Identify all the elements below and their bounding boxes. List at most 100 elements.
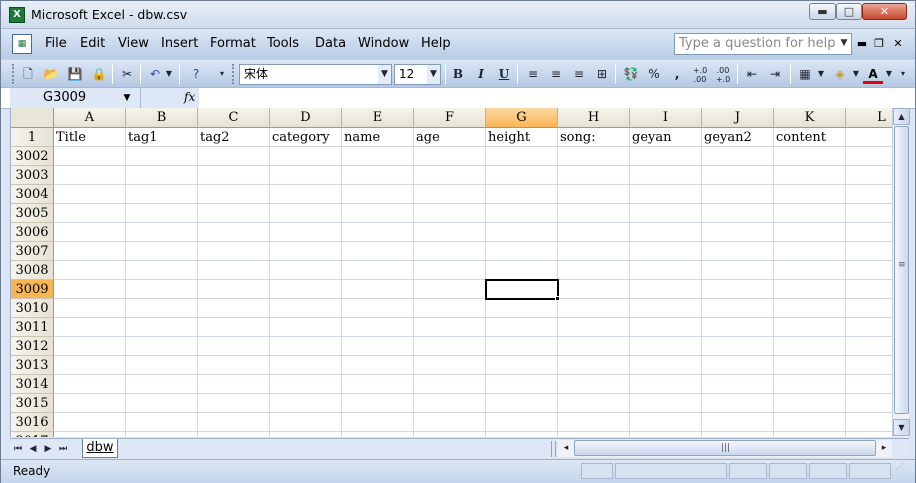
font-color-dropdown-icon[interactable]: ▼ (883, 64, 895, 84)
cell[interactable] (846, 394, 892, 413)
menu-data[interactable]: Data (315, 36, 346, 51)
cell[interactable] (54, 299, 126, 318)
cell[interactable] (702, 261, 774, 280)
tab-split-handle[interactable] (551, 441, 556, 457)
save-icon[interactable]: 💾 (65, 64, 85, 84)
cell[interactable] (342, 356, 414, 375)
cell[interactable] (774, 166, 846, 185)
cell[interactable] (198, 394, 270, 413)
cell[interactable] (558, 223, 630, 242)
cell[interactable] (270, 356, 342, 375)
cell[interactable] (54, 261, 126, 280)
cell[interactable] (198, 375, 270, 394)
prev-sheet-icon[interactable]: ◀ (27, 441, 39, 457)
cell[interactable] (486, 318, 558, 337)
cell[interactable] (198, 223, 270, 242)
cell[interactable] (198, 299, 270, 318)
cell[interactable] (702, 318, 774, 337)
cell[interactable] (486, 147, 558, 166)
cell[interactable] (270, 432, 342, 437)
select-all-corner[interactable] (11, 108, 54, 128)
cell[interactable] (126, 204, 198, 223)
chevron-down-icon[interactable]: ▼ (120, 88, 134, 108)
cell[interactable] (126, 166, 198, 185)
row-header[interactable]: 3014 (11, 375, 54, 394)
sheet-tab-dbw[interactable]: dbw (82, 439, 118, 458)
cell[interactable] (846, 242, 892, 261)
decrease-decimal-button[interactable]: .00 +.0 (713, 64, 733, 84)
cell[interactable] (414, 394, 486, 413)
cell[interactable] (414, 337, 486, 356)
horizontal-scroll-thumb[interactable]: ||| (574, 440, 876, 456)
borders-dropdown-icon[interactable]: ▼ (815, 64, 827, 84)
cell[interactable] (630, 185, 702, 204)
fill-color-icon[interactable]: ◈ (830, 64, 850, 84)
excel-icon[interactable]: X (9, 7, 25, 23)
cell[interactable] (702, 413, 774, 432)
cell[interactable] (54, 318, 126, 337)
workbook-icon[interactable]: ▦ (12, 34, 32, 54)
cell[interactable] (126, 318, 198, 337)
row-header[interactable]: 3009 (11, 280, 54, 299)
cell[interactable] (270, 299, 342, 318)
row-header[interactable]: 3003 (11, 166, 54, 185)
cell[interactable] (630, 394, 702, 413)
cell[interactable]: geyan2 (702, 128, 774, 147)
cell[interactable] (846, 356, 892, 375)
cell[interactable] (846, 128, 892, 147)
horizontal-scrollbar[interactable]: ◂ ||| ▸ (558, 440, 892, 457)
cell[interactable] (486, 337, 558, 356)
cell[interactable] (126, 261, 198, 280)
cell[interactable] (270, 261, 342, 280)
column-header-k[interactable]: K (774, 108, 846, 128)
cell[interactable]: Title (54, 128, 126, 147)
cell[interactable] (774, 356, 846, 375)
cell[interactable] (126, 299, 198, 318)
menu-insert[interactable]: Insert (161, 36, 198, 51)
cell[interactable] (702, 375, 774, 394)
cell[interactable] (54, 394, 126, 413)
cell[interactable] (774, 242, 846, 261)
cell[interactable] (558, 318, 630, 337)
doc-restore-icon[interactable]: ❐ (872, 37, 886, 50)
cell[interactable] (558, 166, 630, 185)
cell[interactable]: category (270, 128, 342, 147)
menu-help[interactable]: Help (421, 36, 451, 51)
cell[interactable] (774, 204, 846, 223)
cell[interactable] (270, 166, 342, 185)
cell[interactable] (702, 147, 774, 166)
row-header[interactable]: 3006 (11, 223, 54, 242)
column-header-e[interactable]: E (342, 108, 414, 128)
cell[interactable] (774, 261, 846, 280)
cell[interactable] (342, 242, 414, 261)
cell[interactable] (342, 261, 414, 280)
resize-grip-icon[interactable]: ⋰ (896, 463, 910, 479)
cell[interactable] (198, 242, 270, 261)
cell[interactable] (486, 223, 558, 242)
cell[interactable] (630, 318, 702, 337)
cell[interactable]: tag2 (198, 128, 270, 147)
cell[interactable] (846, 223, 892, 242)
cell[interactable] (558, 204, 630, 223)
cell[interactable] (414, 147, 486, 166)
cell[interactable] (702, 337, 774, 356)
cell[interactable] (558, 261, 630, 280)
cell[interactable] (486, 413, 558, 432)
cell[interactable] (558, 375, 630, 394)
column-header-b[interactable]: B (126, 108, 198, 128)
column-header-i[interactable]: I (630, 108, 702, 128)
cell[interactable] (702, 299, 774, 318)
scroll-down-icon[interactable]: ▼ (893, 419, 910, 436)
doc-minimize-icon[interactable]: ▬ (855, 37, 869, 50)
cell[interactable] (558, 185, 630, 204)
row-header[interactable]: 3002 (11, 147, 54, 166)
minimize-button[interactable]: ▬ (809, 3, 836, 20)
row-header[interactable]: 3007 (11, 242, 54, 261)
cell[interactable] (54, 356, 126, 375)
cell[interactable] (486, 375, 558, 394)
row-header[interactable]: 3013 (11, 356, 54, 375)
cell[interactable] (702, 432, 774, 437)
cell[interactable] (558, 242, 630, 261)
column-header-h[interactable]: H (558, 108, 630, 128)
cell[interactable] (486, 166, 558, 185)
